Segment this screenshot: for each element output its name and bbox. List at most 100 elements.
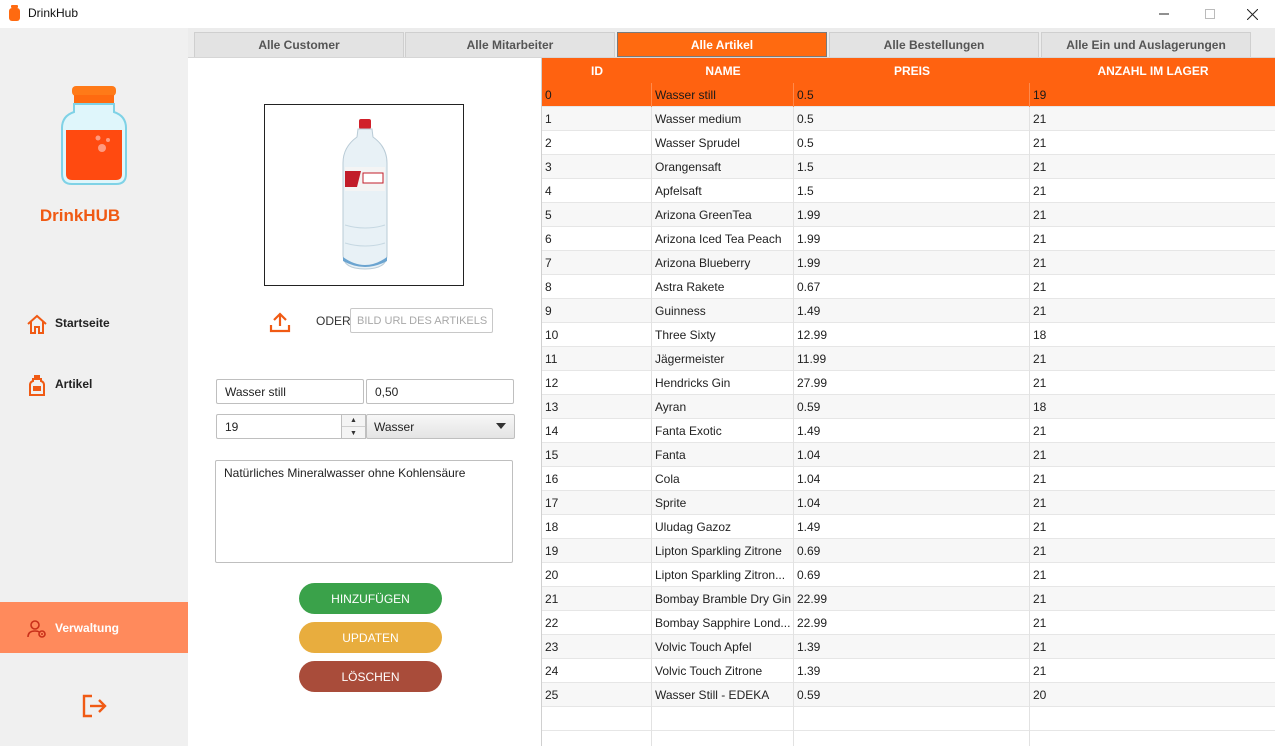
category-select[interactable]: Wasser (366, 414, 515, 439)
cell-name: Apfelsaft (652, 179, 794, 203)
table-row[interactable]: 19 Lipton Sparkling Zitrone 0.69 21 (542, 539, 1275, 563)
tab-alle-ein-und-auslagerungen[interactable]: Alle Ein und Auslagerungen (1041, 32, 1251, 57)
cell-name: Arizona Blueberry (652, 251, 794, 275)
cell-price: 1.49 (794, 419, 1030, 443)
table-row[interactable]: 14 Fanta Exotic 1.49 21 (542, 419, 1275, 443)
tab-alle-bestellungen[interactable]: Alle Bestellungen (829, 32, 1039, 57)
stepper-down-icon[interactable]: ▼ (342, 427, 365, 439)
cell-stock: 21 (1030, 539, 1275, 563)
cell-id: 1 (542, 107, 652, 131)
table-row[interactable]: 12 Hendricks Gin 27.99 21 (542, 371, 1275, 395)
table-row[interactable]: 24 Volvic Touch Zitrone 1.39 21 (542, 659, 1275, 683)
table-row[interactable]: 13 Ayran 0.59 18 (542, 395, 1275, 419)
cell-name: Volvic Touch Apfel (652, 635, 794, 659)
table-row[interactable]: 5 Arizona GreenTea 1.99 21 (542, 203, 1275, 227)
sidebar-item-label: Artikel (55, 377, 93, 391)
table-row[interactable]: 18 Uludag Gazoz 1.49 21 (542, 515, 1275, 539)
table-row[interactable]: 1 Wasser medium 0.5 21 (542, 107, 1275, 131)
sidebar-item-startseite[interactable]: Startseite (0, 303, 188, 343)
image-url-input[interactable] (350, 308, 493, 333)
table-row[interactable]: 16 Cola 1.04 21 (542, 467, 1275, 491)
table-row[interactable]: 25 Wasser Still - EDEKA 0.59 20 (542, 683, 1275, 707)
update-button[interactable]: UPDATEN (299, 622, 442, 653)
cell-stock: 21 (1030, 275, 1275, 299)
table-row[interactable]: 20 Lipton Sparkling Zitron... 0.69 21 (542, 563, 1275, 587)
column-header-price[interactable]: PREIS (794, 58, 1030, 83)
upload-icon[interactable] (268, 311, 292, 333)
cell-stock: 21 (1030, 467, 1275, 491)
delete-button[interactable]: LÖSCHEN (299, 661, 442, 692)
column-header-id[interactable]: ID (542, 58, 652, 83)
title-bar: DrinkHub (0, 0, 1275, 28)
column-header-stock[interactable]: ANZAHL IM LAGER (1030, 58, 1275, 83)
cell-price: 1.39 (794, 659, 1030, 683)
empty-cell (794, 731, 1030, 746)
cell-stock: 21 (1030, 179, 1275, 203)
table-row[interactable]: 23 Volvic Touch Apfel 1.39 21 (542, 635, 1275, 659)
tab-alle-mitarbeiter[interactable]: Alle Mitarbeiter (405, 32, 615, 57)
article-price-input[interactable] (366, 379, 514, 404)
cell-id: 2 (542, 131, 652, 155)
cell-name: Fanta (652, 443, 794, 467)
quantity-stepper[interactable]: ▲ ▼ (341, 414, 366, 439)
cell-price: 1.49 (794, 299, 1030, 323)
minimize-button[interactable] (1141, 0, 1187, 28)
bottle-icon (29, 375, 45, 396)
tab-bar: Alle Customer Alle Mitarbeiter Alle Arti… (188, 28, 1275, 58)
articles-table: ID NAME PREIS ANZAHL IM LAGER 0 Wasser st… (541, 58, 1275, 746)
stepper-up-icon[interactable]: ▲ (342, 415, 365, 427)
table-row[interactable]: 0 Wasser still 0.5 19 (542, 83, 1275, 107)
cell-price: 0.59 (794, 683, 1030, 707)
cell-price: 1.04 (794, 443, 1030, 467)
table-row[interactable]: 2 Wasser Sprudel 0.5 21 (542, 131, 1275, 155)
table-row[interactable]: 6 Arizona Iced Tea Peach 1.99 21 (542, 227, 1275, 251)
table-row[interactable]: 7 Arizona Blueberry 1.99 21 (542, 251, 1275, 275)
table-row[interactable]: 10 Three Sixty 12.99 18 (542, 323, 1275, 347)
cell-id: 14 (542, 419, 652, 443)
maximize-button[interactable] (1187, 0, 1233, 28)
article-image (264, 104, 464, 286)
table-row[interactable]: 22 Bombay Sapphire Lond... 22.99 21 (542, 611, 1275, 635)
cell-name: Uludag Gazoz (652, 515, 794, 539)
logout-icon[interactable] (80, 692, 108, 720)
cell-name: Three Sixty (652, 323, 794, 347)
cell-stock: 21 (1030, 587, 1275, 611)
sidebar-item-artikel[interactable]: Artikel (0, 364, 188, 404)
empty-cell (1030, 707, 1275, 731)
table-row[interactable]: 4 Apfelsaft 1.5 21 (542, 179, 1275, 203)
table-row[interactable]: 9 Guinness 1.49 21 (542, 299, 1275, 323)
table-row[interactable]: 17 Sprite 1.04 21 (542, 491, 1275, 515)
cell-price: 1.04 (794, 491, 1030, 515)
table-row[interactable]: 8 Astra Rakete 0.67 21 (542, 275, 1275, 299)
article-name-input[interactable] (216, 379, 364, 404)
table-row[interactable]: 3 Orangensaft 1.5 21 (542, 155, 1275, 179)
cell-price: 1.39 (794, 635, 1030, 659)
tab-alle-customer[interactable]: Alle Customer (194, 32, 404, 57)
cell-id: 19 (542, 539, 652, 563)
cell-price: 1.99 (794, 203, 1030, 227)
cell-id: 4 (542, 179, 652, 203)
table-row[interactable]: 11 Jägermeister 11.99 21 (542, 347, 1275, 371)
cell-price: 0.69 (794, 563, 1030, 587)
sidebar-item-verwaltung[interactable]: Verwaltung (0, 602, 188, 653)
empty-cell (794, 707, 1030, 731)
cell-id: 20 (542, 563, 652, 587)
close-button[interactable] (1229, 0, 1275, 28)
cell-price: 0.59 (794, 395, 1030, 419)
column-header-name[interactable]: NAME (652, 58, 794, 83)
add-button[interactable]: HINZUFÜGEN (299, 583, 442, 614)
cell-price: 22.99 (794, 611, 1030, 635)
cell-name: Arizona Iced Tea Peach (652, 227, 794, 251)
cell-name: Arizona GreenTea (652, 203, 794, 227)
cell-stock: 21 (1030, 251, 1275, 275)
table-row[interactable]: 15 Fanta 1.04 21 (542, 443, 1275, 467)
empty-cell (1030, 731, 1275, 746)
table-row[interactable]: 21 Bombay Bramble Dry Gin 22.99 21 (542, 587, 1275, 611)
cell-stock: 21 (1030, 371, 1275, 395)
cell-id: 0 (542, 83, 652, 107)
cell-stock: 21 (1030, 563, 1275, 587)
description-textarea[interactable]: Natürliches Mineralwasser ohne Kohlensäu… (215, 460, 513, 563)
empty-cell (542, 731, 652, 746)
tab-alle-artikel[interactable]: Alle Artikel (617, 32, 827, 57)
cell-stock: 21 (1030, 203, 1275, 227)
